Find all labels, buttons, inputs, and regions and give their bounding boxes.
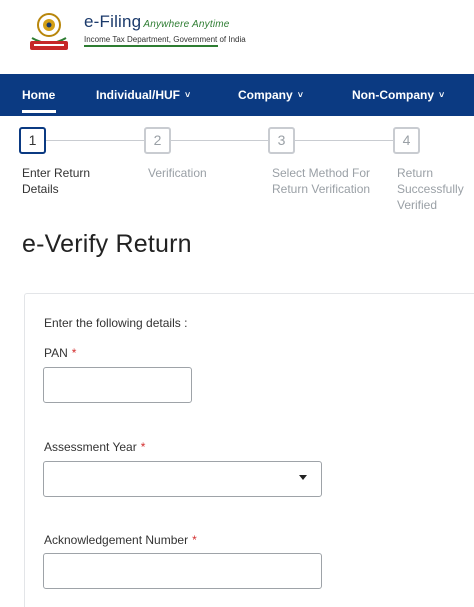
step-4-label: Return Successfully Verified — [397, 166, 464, 212]
step-4-indicator: 4 — [393, 127, 420, 154]
dropdown-caret-icon — [299, 475, 307, 480]
brand-divider — [84, 45, 218, 47]
nav-item-label: Home — [22, 88, 56, 102]
step-connector — [46, 140, 144, 141]
required-marker: * — [192, 533, 197, 547]
active-nav-indicator — [22, 110, 56, 113]
form-instructions: Enter the following details : — [44, 316, 188, 330]
step-connector — [295, 140, 393, 141]
nav-item-company[interactable]: Company ˅ — [238, 74, 303, 116]
step-3-indicator: 3 — [268, 127, 295, 154]
step-1-label: Enter Return Details — [22, 166, 91, 196]
acknowledgement-number-label: Acknowledgement Number * — [44, 533, 197, 547]
pan-input[interactable] — [43, 367, 192, 403]
step-3-label: Select Method For Return Verification — [272, 166, 371, 196]
chevron-down-icon: ˅ — [185, 90, 191, 100]
nav-item-label: Non-Company — [352, 88, 434, 102]
site-header: e-Filing Anywhere Anytime Income Tax Depa… — [0, 0, 474, 74]
required-marker: * — [71, 346, 77, 360]
assessment-year-label: Assessment Year * — [44, 440, 146, 454]
nav-item-label: Company — [238, 88, 293, 102]
nav-item-non-company[interactable]: Non-Company ˅ — [352, 74, 444, 116]
pan-label: PAN * — [44, 346, 77, 360]
acknowledgement-number-input[interactable] — [43, 553, 322, 589]
step-connector — [171, 140, 268, 141]
chevron-down-icon: ˅ — [297, 90, 303, 100]
step-1-indicator: 1 — [19, 127, 46, 154]
brand-title: e-Filing Anywhere Anytime — [84, 12, 246, 32]
brand-name: e-Filing — [84, 12, 142, 31]
step-2-indicator: 2 — [144, 127, 171, 154]
chevron-down-icon: ˅ — [439, 90, 445, 100]
india-emblem-icon[interactable] — [22, 10, 76, 54]
step-2-label: Verification — [148, 166, 207, 180]
required-marker: * — [140, 440, 146, 454]
main-nav: Home Individual/HUF ˅ Company ˅ Non-Compan… — [0, 74, 474, 116]
page-title: e-Verify Return — [22, 230, 192, 258]
nav-item-label: Individual/HUF — [96, 88, 180, 102]
brand-subtitle: Income Tax Department, Government of Ind… — [84, 35, 246, 44]
brand-block: e-Filing Anywhere Anytime Income Tax Depa… — [84, 12, 246, 44]
assessment-year-select[interactable] — [43, 461, 322, 497]
nav-item-individual-huf[interactable]: Individual/HUF ˅ — [96, 74, 190, 116]
brand-tagline: Anywhere Anytime — [143, 19, 230, 30]
